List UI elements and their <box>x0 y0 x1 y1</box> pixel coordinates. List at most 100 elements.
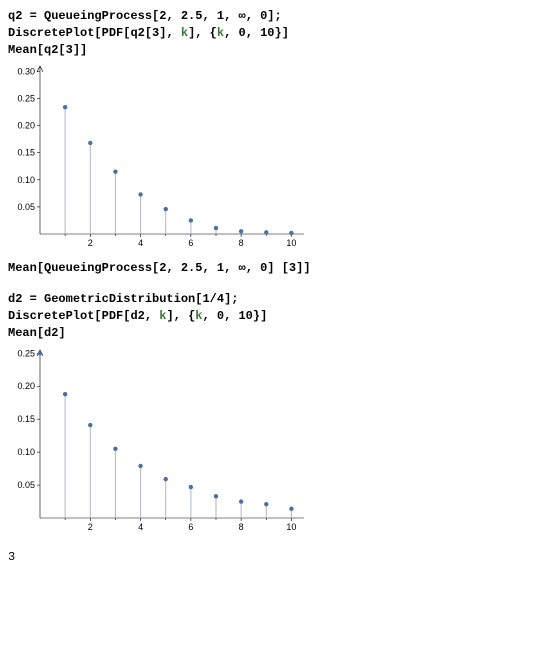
code-token: 3 <box>66 43 73 57</box>
code-token: } <box>275 26 282 40</box>
code-line: q2 = QueueingProcess[2, 2.5, 1, ∞, 0]; <box>8 8 535 25</box>
svg-text:4: 4 <box>138 238 143 248</box>
code-token: [ <box>37 326 44 340</box>
code-token: [ <box>282 261 289 275</box>
code-token: = <box>22 9 44 23</box>
discrete-plot-1: 2 4 6 8 10 0.05 0.10 0.15 0.20 0.25 0.30 <box>8 62 535 252</box>
code-token: PDF <box>102 309 124 323</box>
code-token: ] <box>166 309 173 323</box>
code-token: 0 <box>217 309 224 323</box>
code-line: Mean[q2[3]] <box>8 42 535 59</box>
svg-text:0.05: 0.05 <box>17 480 35 490</box>
code-token: 0 <box>238 26 245 40</box>
code-token: 2.5 <box>181 261 203 275</box>
code-token: , <box>224 261 238 275</box>
svg-text:0.10: 0.10 <box>17 447 35 457</box>
svg-text:0.15: 0.15 <box>17 148 35 158</box>
code-token: [ <box>94 309 101 323</box>
code-token: } <box>253 309 260 323</box>
code-token: DiscretePlot <box>8 26 94 40</box>
code-token: , <box>145 309 159 323</box>
code-token: [ <box>145 26 152 40</box>
code-token: ] <box>303 261 310 275</box>
code-token: q2 <box>8 9 22 23</box>
code-token: GeometricDistribution <box>44 292 195 306</box>
svg-text:10: 10 <box>286 238 296 248</box>
code-token: d2 <box>8 292 22 306</box>
code-token: 1 <box>217 9 224 23</box>
svg-text:2: 2 <box>88 238 93 248</box>
svg-text:6: 6 <box>188 238 193 248</box>
code-token: q2 <box>130 26 144 40</box>
code-token: Mean <box>8 261 37 275</box>
code-token: d2 <box>44 326 58 340</box>
svg-text:4: 4 <box>138 522 143 532</box>
chart-svg: 2 4 6 8 10 0.05 0.10 0.15 0.20 0.25 <box>8 346 308 536</box>
code-token: , <box>195 26 209 40</box>
code-token: d2 <box>130 309 144 323</box>
code-token: , <box>202 9 216 23</box>
svg-text:6: 6 <box>188 522 193 532</box>
code-line: DiscretePlot[PDF[q2[3], k], {k, 0, 10}] <box>8 25 535 42</box>
code-token: ∞ <box>238 261 245 275</box>
code-token: Mean <box>8 326 37 340</box>
output-value: 3 <box>8 544 535 570</box>
code-token: 10 <box>238 309 252 323</box>
input-cell-1: q2 = QueueingProcess[2, 2.5, 1, ∞, 0]; D… <box>8 8 535 58</box>
code-token: ] <box>260 309 267 323</box>
code-token: , <box>174 309 188 323</box>
code-token: , <box>166 26 180 40</box>
svg-text:0.05: 0.05 <box>17 202 35 212</box>
code-token: ] <box>58 326 65 340</box>
code-token: , <box>202 309 216 323</box>
code-token: q2 <box>44 43 58 57</box>
svg-text:0.20: 0.20 <box>17 121 35 131</box>
code-token: k <box>181 26 188 40</box>
code-token: ] <box>282 26 289 40</box>
svg-text:0.20: 0.20 <box>17 381 35 391</box>
svg-text:2: 2 <box>88 522 93 532</box>
code-token: k <box>217 26 224 40</box>
svg-text:0.15: 0.15 <box>17 414 35 424</box>
code-token: ]; <box>224 292 238 306</box>
code-token: 1 <box>217 261 224 275</box>
code-token: , <box>166 261 180 275</box>
discrete-plot-2: 2 4 6 8 10 0.05 0.10 0.15 0.20 0.25 <box>8 346 535 536</box>
code-token: / <box>210 292 217 306</box>
input-cell-3: d2 = GeometricDistribution[1/4]; Discret… <box>8 291 535 341</box>
code-line: Mean[QueueingProcess[2, 2.5, 1, ∞, 0] [3… <box>8 260 535 277</box>
code-token: { <box>210 26 217 40</box>
code-token: 4 <box>217 292 224 306</box>
code-token: ] <box>73 43 80 57</box>
code-token: ]; <box>267 9 281 23</box>
code-token: 2.5 <box>181 9 203 23</box>
input-cell-2: Mean[QueueingProcess[2, 2.5, 1, ∞, 0] [3… <box>8 260 535 277</box>
chart-svg: 2 4 6 8 10 0.05 0.10 0.15 0.20 0.25 0.30 <box>8 62 308 252</box>
code-token: ∞ <box>238 9 245 23</box>
svg-text:0.10: 0.10 <box>17 175 35 185</box>
code-token: [ <box>37 261 44 275</box>
code-token: , <box>246 26 260 40</box>
svg-text:8: 8 <box>239 522 244 532</box>
code-token: ] <box>267 261 274 275</box>
code-token: , <box>202 261 216 275</box>
code-token: , <box>224 309 238 323</box>
code-token: DiscretePlot <box>8 309 94 323</box>
code-token: ] <box>80 43 87 57</box>
code-token: QueueingProcess <box>44 9 152 23</box>
svg-text:0.25: 0.25 <box>17 94 35 104</box>
code-line: Mean[d2] <box>8 325 535 342</box>
code-line: DiscretePlot[PDF[d2, k], {k, 0, 10}] <box>8 308 535 325</box>
code-token: = <box>22 292 44 306</box>
code-token: [ <box>58 43 65 57</box>
svg-text:0.25: 0.25 <box>17 348 35 358</box>
svg-text:10: 10 <box>286 522 296 532</box>
code-token: , <box>166 9 180 23</box>
code-token: [ <box>37 43 44 57</box>
code-line: d2 = GeometricDistribution[1/4]; <box>8 291 535 308</box>
code-token <box>275 261 282 275</box>
code-token: 1 <box>202 292 209 306</box>
svg-text:8: 8 <box>239 238 244 248</box>
code-token: PDF <box>102 26 124 40</box>
svg-text:0.30: 0.30 <box>17 67 35 77</box>
